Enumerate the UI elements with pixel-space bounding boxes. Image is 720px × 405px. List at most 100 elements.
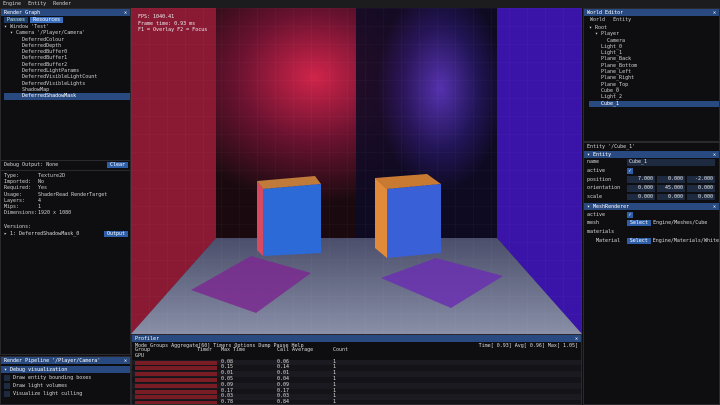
menu-engine[interactable]: Engine (3, 1, 21, 7)
version-row[interactable]: ▸ 1: DeferredShadowMask_0 Output (4, 231, 128, 237)
scale-y[interactable]: 0.000 (657, 193, 685, 201)
tab-world[interactable]: World (587, 17, 608, 23)
scale-key: scale (587, 194, 603, 201)
debug-option-row[interactable]: Visualize light culling (4, 390, 127, 398)
timer-bar (135, 372, 217, 377)
active-row: active ✓ (584, 167, 719, 176)
profiler-titlebar[interactable]: Profiler ✕ (132, 335, 581, 342)
close-icon[interactable]: ✕ (124, 10, 127, 16)
entity-section[interactable]: ▾ Entity ✕ (584, 151, 719, 158)
timer-bar (135, 395, 217, 400)
property-value: ShaderRead RenderTarget (38, 191, 108, 198)
world-editor-titlebar[interactable]: World Editor ✕ (584, 9, 719, 16)
world-editor-panel: World Editor ✕ World Entity ▾ Root ▾ Play… (583, 8, 720, 142)
position-y[interactable]: 0.000 (657, 176, 685, 183)
scene-viewport[interactable]: FPS: 1040.41 Frame time: 0.93 ms F1 = Ov… (131, 8, 582, 334)
material-row: Material Select Engine/Materials/White (584, 237, 719, 246)
mesh-active-key: active (587, 211, 606, 218)
materials-key: materials (587, 229, 615, 236)
mesh-active-checkbox[interactable]: ✓ (627, 211, 633, 218)
col-timer: Timer (197, 347, 213, 353)
col-group: Group (135, 347, 151, 353)
option-label: Visualize light culling (13, 391, 83, 397)
scale-x[interactable]: 0.000 (627, 193, 655, 201)
profiler-row[interactable]: 0.78 0.84 1 (132, 399, 581, 404)
position-x[interactable]: 7.000 (627, 176, 655, 183)
mesh-value: Engine/Meshes/Cube (653, 220, 708, 227)
property-key: Dimensions: (4, 210, 38, 217)
col-count: Count (333, 347, 349, 353)
position-row: position 7.000 0.000 -2.000 (584, 175, 719, 184)
output-button[interactable]: Output (103, 231, 128, 237)
close-icon[interactable]: ✕ (713, 10, 716, 16)
active-checkbox[interactable]: ✓ (627, 168, 633, 175)
materials-row: materials (584, 228, 719, 237)
tab-resources[interactable]: Resources (30, 16, 64, 23)
resource-properties: Type: Texture2D Imported: No Required: Yes Usa… (4, 173, 107, 216)
tab-passes[interactable]: Passes (4, 16, 29, 23)
mesh-active-row: active ✓ (584, 210, 719, 219)
clear-button[interactable]: Clear (106, 162, 128, 168)
scale-row: scale 0.000 0.000 0.000 (584, 193, 719, 202)
debug-option-row[interactable]: Draw entity bounding boxes (4, 374, 127, 382)
menu-entity[interactable]: Entity (28, 1, 46, 7)
name-input[interactable]: Cube_1 (627, 159, 715, 166)
menu-bar: Engine Entity Render (0, 0, 720, 8)
mesh-select-button[interactable]: Select (627, 220, 652, 227)
render-graph-title: Render Graph (4, 9, 41, 16)
position-z[interactable]: -2.000 (687, 176, 715, 183)
option-checkbox[interactable] (4, 375, 10, 381)
orientation-key: orientation (587, 185, 621, 192)
render-graph-titlebar[interactable]: Render Graph ✕ (1, 9, 130, 16)
viewport-stats: FPS: 1040.41 Frame time: 0.93 ms F1 = Ov… (138, 14, 207, 34)
entity-tree-item[interactable]: Cube_1 (589, 100, 719, 107)
material-key: Material (596, 237, 621, 244)
version-item[interactable]: ▸ 1: DeferredShadowMask_0 (4, 231, 79, 237)
option-label: Draw light volumes (13, 383, 68, 389)
option-checkbox[interactable] (4, 391, 10, 397)
mesh-row: mesh Select Engine/Meshes/Cube (584, 219, 719, 228)
option-label: Draw entity bounding boxes (13, 375, 92, 381)
close-icon[interactable]: ✕ (713, 152, 716, 158)
resource-tree: ▾ Window 'Test' ▾ Camera '/Player/Camera'… (1, 24, 130, 100)
orientation-z[interactable]: 0.000 (687, 185, 715, 192)
timer-bar (135, 377, 217, 382)
entity-inspector-panel: Entity '/Cube_1' ▾ Entity ✕ name Cube_1 … (583, 142, 720, 405)
mesh-renderer-label: ▾ MeshRenderer (587, 203, 630, 210)
viewport-hint: F1 = Overlay F2 = Focus (138, 27, 208, 33)
orientation-row: orientation 0.000 45.000 0.000 (584, 184, 719, 193)
render-pipeline-titlebar[interactable]: Render Pipeline '/Player/Camera' ✕ (1, 357, 130, 364)
name-row: name Cube_1 (584, 158, 719, 167)
timer-bar (135, 389, 217, 394)
material-value: Engine/Materials/White (652, 237, 719, 244)
profiler-rows: 0.08 0.06 1 0.15 0.14 1 0.01 0.01 1 0.05 0.04 1 0.09… (132, 359, 581, 404)
col-max-time: Max Time (221, 347, 246, 353)
tab-entity[interactable]: Entity (610, 17, 634, 23)
mesh-renderer-section[interactable]: ▾ MeshRenderer ✕ (584, 203, 719, 211)
name-key: name (587, 159, 600, 166)
divider (1, 170, 130, 171)
close-icon[interactable]: ✕ (713, 204, 716, 210)
orientation-x[interactable]: 0.000 (627, 185, 655, 192)
close-icon[interactable]: ✕ (124, 358, 127, 364)
orientation-y[interactable]: 45.000 (657, 185, 685, 192)
timer-bar (135, 360, 217, 365)
resource-tree-item[interactable]: DeferredShadowMask (4, 93, 130, 100)
timer-bar (135, 366, 217, 371)
render-graph-panel: Render Graph ✕ Passes Resources ▾ Window… (0, 8, 131, 355)
entity-section-label: ▾ Entity (587, 151, 612, 158)
debug-visualization-section[interactable]: ▾ Debug visualization (1, 366, 130, 373)
menu-render[interactable]: Render (53, 1, 71, 7)
property-row: Dimensions: 1920 x 1080 (4, 210, 107, 216)
render-graph-tabs: Passes Resources (1, 16, 130, 23)
scene-render (131, 8, 582, 334)
scale-z[interactable]: 0.000 (687, 193, 715, 201)
close-icon[interactable]: ✕ (575, 336, 578, 342)
option-checkbox[interactable] (4, 383, 10, 389)
debug-option-row[interactable]: Draw light volumes (4, 382, 127, 390)
entity-path: Entity '/Cube_1' (587, 144, 636, 150)
debug-output-label: Debug Output: None (4, 162, 59, 168)
mesh-key: mesh (587, 220, 600, 227)
material-select-button[interactable]: Select (626, 237, 651, 244)
world-editor-tabs: World Entity (584, 16, 719, 23)
